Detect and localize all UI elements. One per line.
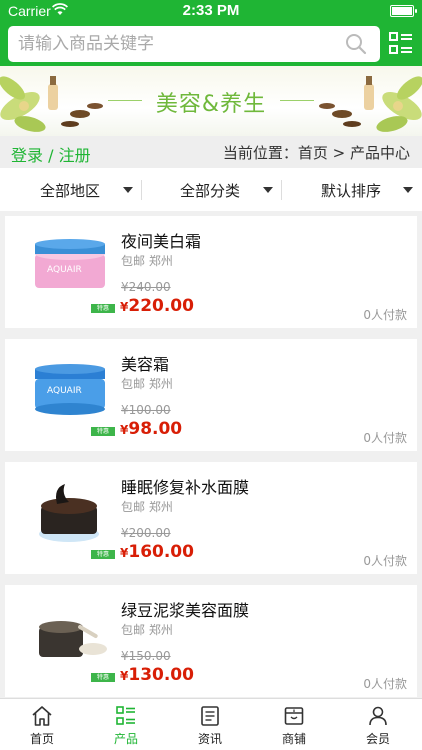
original-price: ¥100.00: [121, 403, 171, 417]
filter-category-dropdown[interactable]: 全部分类: [141, 168, 281, 211]
product-icon: [116, 706, 135, 725]
buyer-count: 0人付款: [363, 431, 407, 445]
buyer-count: 0人付款: [363, 308, 407, 322]
home-icon: [32, 706, 52, 726]
product-name[interactable]: 睡眠修复补水面膜: [121, 474, 249, 498]
product-image: [39, 621, 107, 657]
tab-news[interactable]: 资讯: [168, 699, 252, 750]
filter-sort-dropdown[interactable]: 默认排序: [281, 168, 421, 211]
discount-badge: 特惠: [91, 550, 115, 559]
filter-region-dropdown[interactable]: 全部地区: [0, 168, 140, 211]
tab-products[interactable]: 产品: [84, 699, 168, 750]
tab-label: 产品: [113, 732, 138, 746]
shipping-location: 包邮 郑州: [121, 377, 173, 391]
svg-text:AQUAIR: AQUAIR: [47, 265, 82, 275]
original-price: ¥150.00: [121, 649, 171, 663]
shipping-location: 包邮 郑州: [121, 254, 173, 268]
caret-down-icon: [403, 187, 413, 193]
buyer-count: 0人付款: [363, 677, 407, 691]
product-name[interactable]: 绿豆泥浆美容面膜: [121, 597, 249, 621]
login-register-link[interactable]: 登录 / 注册: [11, 142, 91, 166]
shipping-location: 包邮 郑州: [121, 500, 173, 514]
product-image: [39, 484, 99, 542]
filter-bar: 全部地区 全部分类 默认排序: [0, 168, 422, 211]
news-icon: [201, 706, 219, 726]
header-bar: Carrier 2:33 PM: [0, 0, 422, 66]
member-icon: [369, 706, 387, 726]
buyer-count: 0人付款: [363, 554, 407, 568]
shop-icon: [284, 707, 304, 725]
sale-price: ¥220.00: [120, 296, 194, 316]
filter-label: 全部分类: [180, 182, 241, 200]
product-card[interactable]: 特惠 睡眠修复补水面膜 包邮 郑州 ¥200.00 ¥160.00 0人付款: [5, 462, 417, 574]
discount-badge: 特惠: [91, 304, 115, 313]
discount-badge: 特惠: [91, 427, 115, 436]
clock: 2:33 PM: [182, 2, 240, 19]
category-menu-icon[interactable]: [388, 30, 414, 56]
product-image: AQUAIR: [35, 364, 105, 415]
status-bar: Carrier 2:33 PM: [0, 0, 422, 22]
sale-price: ¥160.00: [120, 542, 194, 562]
tab-label: 资讯: [197, 732, 222, 746]
banner-divider-right: [280, 100, 314, 101]
bottom-tab-bar: 首页 产品 资讯 商铺 会员: [0, 698, 422, 750]
product-card[interactable]: AQUAIR 特惠 美容霜 包邮 郑州 ¥100.00 ¥98.00 0人付款: [5, 339, 417, 451]
battery-icon: [390, 5, 417, 17]
caret-down-icon: [123, 187, 133, 193]
sale-price: ¥130.00: [120, 665, 194, 685]
tab-member[interactable]: 会员: [336, 699, 420, 750]
sale-price: ¥98.00: [120, 419, 183, 439]
tab-label: 商铺: [281, 732, 306, 746]
filter-label: 全部地区: [40, 182, 101, 200]
search-icon[interactable]: [344, 32, 368, 56]
shipping-location: 包邮 郑州: [121, 623, 173, 637]
flower-decoration-image: [319, 76, 422, 132]
product-name[interactable]: 夜间美白霜: [121, 228, 201, 252]
product-card[interactable]: 特惠 绿豆泥浆美容面膜 包邮 郑州 ¥150.00 ¥130.00 0人付款: [5, 585, 417, 697]
category-banner: 美容&养生: [0, 66, 422, 136]
product-name[interactable]: 美容霜: [121, 351, 169, 375]
tab-label: 会员: [365, 732, 390, 746]
discount-badge: 特惠: [91, 673, 115, 682]
caret-down-icon: [263, 187, 273, 193]
breadcrumb: 当前位置：首页 > 产品中心: [222, 144, 410, 162]
product-image: AQUAIR: [35, 239, 105, 288]
tab-label: 首页: [29, 732, 54, 746]
svg-text:AQUAIR: AQUAIR: [47, 386, 82, 396]
search-input[interactable]: [8, 26, 338, 62]
tab-home[interactable]: 首页: [0, 699, 84, 750]
location-bar: 登录 / 注册 当前位置：首页 > 产品中心: [0, 136, 422, 168]
product-card[interactable]: AQUAIR 特惠 夜间美白霜 包邮 郑州 ¥240.00 ¥220.00 0人…: [5, 216, 417, 328]
filter-label: 默认排序: [321, 182, 382, 200]
tab-shops[interactable]: 商铺: [252, 699, 336, 750]
original-price: ¥200.00: [121, 526, 171, 540]
search-box[interactable]: [8, 26, 380, 62]
original-price: ¥240.00: [121, 280, 171, 294]
